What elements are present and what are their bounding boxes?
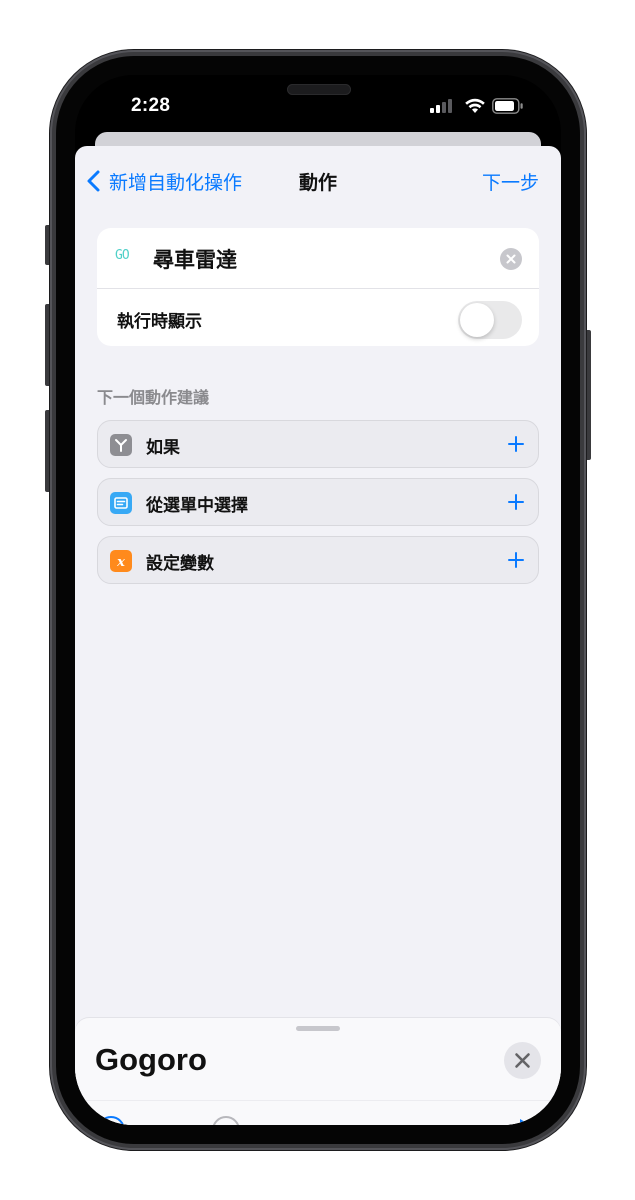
show-when-run-label: 執行時顯示: [117, 312, 202, 332]
plus-icon[interactable]: [504, 432, 528, 456]
suggestion-label: 從選單中選擇: [146, 496, 248, 516]
status-time: 2:28: [131, 95, 171, 116]
shortcut-editor-sheet: 新增自動化操作 動作 下一步 GO 尋車雷達 執行時顯示 下一個動作建議 如果 …: [75, 146, 561, 1125]
suggestion-set-variable[interactable]: x 設定變數: [97, 536, 539, 584]
suggestion-label: 設定變數: [146, 554, 214, 574]
suggestion-if[interactable]: 如果: [97, 420, 539, 468]
suggestion-choose-from-menu[interactable]: 從選單中選擇: [97, 478, 539, 526]
suggestions-header: 下一個動作建議: [97, 388, 210, 407]
close-icon: [506, 254, 516, 264]
drawer-close-button[interactable]: [504, 1042, 541, 1079]
variable-x-icon: x: [110, 550, 132, 572]
editor-toolbar: [75, 1100, 561, 1125]
back-button[interactable]: 新增自動化操作: [85, 166, 242, 196]
branch-icon: [110, 434, 132, 456]
battery-icon: [492, 98, 523, 114]
shortcut-card: GO 尋車雷達 執行時顯示: [97, 228, 539, 346]
clear-name-button[interactable]: [500, 248, 522, 270]
status-icons: [430, 97, 530, 115]
plus-icon[interactable]: [504, 548, 528, 572]
svg-text:x: x: [116, 555, 125, 570]
gogoro-logo-icon: GO: [115, 248, 130, 263]
drawer-grabber[interactable]: [296, 1026, 340, 1031]
undo-icon[interactable]: [95, 1114, 127, 1125]
chevron-left-icon: [87, 170, 100, 192]
shortcut-name[interactable]: 尋車雷達: [153, 244, 237, 274]
cellular-signal-icon: [430, 97, 456, 115]
show-when-run-toggle[interactable]: [458, 301, 522, 339]
menu-list-icon: [110, 492, 132, 514]
phone-screen: 2:28 新增自動化操作 動作 下一步 GO 尋車雷達 執行時顯示 下一個動作建…: [75, 75, 561, 1125]
drawer-title: Gogoro: [95, 1042, 207, 1077]
earpiece-speaker: [287, 84, 351, 95]
navigation-bar: 新增自動化操作 動作 下一步: [75, 146, 561, 214]
next-button[interactable]: 下一步: [482, 168, 539, 195]
toggle-knob: [460, 303, 494, 337]
action-search-drawer: Gogoro: [75, 1018, 561, 1125]
shortcut-name-row[interactable]: GO 尋車雷達: [97, 228, 539, 288]
show-when-run-row: 執行時顯示: [97, 289, 539, 346]
back-button-label: 新增自動化操作: [109, 171, 243, 194]
suggestion-label: 如果: [146, 438, 180, 458]
wifi-icon: [465, 98, 485, 113]
play-icon[interactable]: [512, 1114, 544, 1125]
redo-icon[interactable]: [210, 1114, 242, 1125]
close-icon: [515, 1053, 530, 1068]
plus-icon[interactable]: [504, 490, 528, 514]
